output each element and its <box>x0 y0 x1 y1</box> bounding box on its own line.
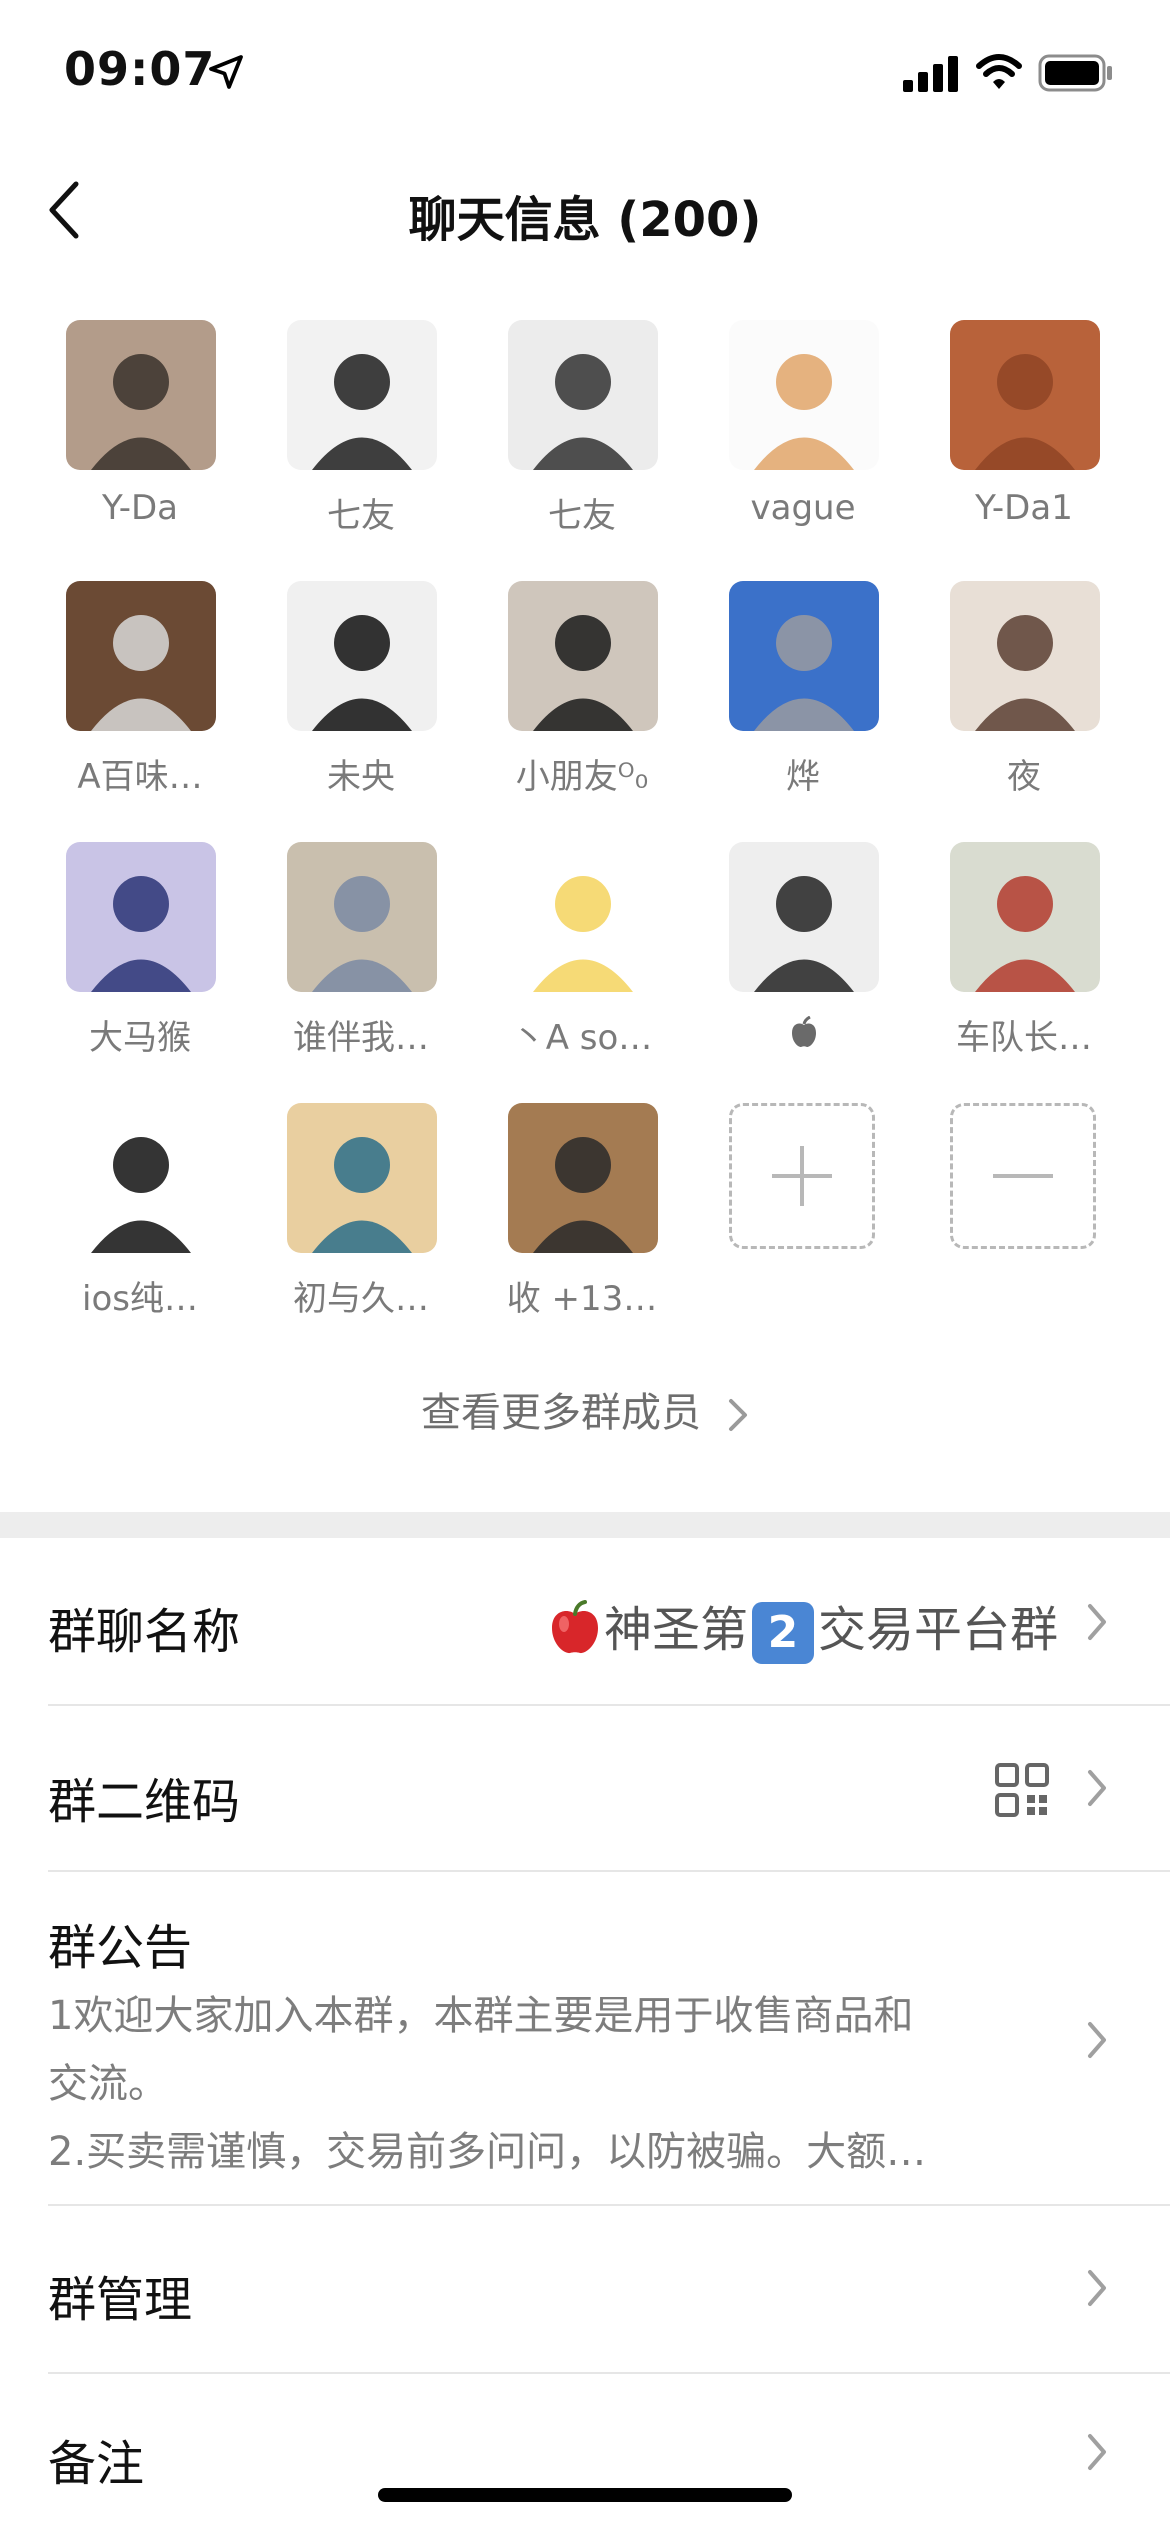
member-tile[interactable]: vague <box>673 320 893 540</box>
view-more-members-label: 查看更多群成员 <box>421 1390 701 1436</box>
cellular-signal-icon <box>903 56 958 92</box>
member-avatar[interactable] <box>729 320 879 470</box>
member-tile[interactable]: Y-Da <box>10 320 230 540</box>
group-remark-label: 备注 <box>48 2436 145 2492</box>
member-tile[interactable] <box>673 842 893 1062</box>
member-avatar[interactable] <box>729 842 879 992</box>
member-name: Y-Da1 <box>975 488 1073 528</box>
location-arrow-icon <box>209 55 243 89</box>
member-name: 收 +13… <box>506 1279 658 1319</box>
member-avatar[interactable] <box>287 1103 437 1253</box>
group-name-label: 群聊名称 <box>48 1604 241 1660</box>
member-avatar[interactable] <box>66 320 216 470</box>
member-tile[interactable]: 车队长… <box>894 842 1114 1062</box>
group-remark-row[interactable]: 备注 <box>0 2374 1170 2532</box>
member-name: 烨 <box>786 757 820 797</box>
group-manage-label: 群管理 <box>48 2272 193 2328</box>
member-name: 七友 <box>548 496 616 536</box>
member-tile[interactable]: 初与久… <box>231 1103 451 1323</box>
group-notice-text: 1欢迎大家加入本群，本群主要是用于收售商品和 交流。 2.买卖需谨慎，交易前多问… <box>48 1982 1048 2186</box>
group-manage-row[interactable]: 群管理 <box>0 2206 1170 2372</box>
member-tile[interactable]: 七友 <box>231 320 451 540</box>
view-more-members-link[interactable]: 查看更多群成员 <box>0 1380 1170 1450</box>
member-avatar[interactable] <box>729 581 879 731</box>
member-name: 谁伴我… <box>293 1018 429 1058</box>
group-name-value: 神圣第 2 交易平台群 <box>546 1590 1058 1668</box>
group-notice-label: 群公告 <box>48 1920 193 1976</box>
member-avatar[interactable] <box>66 581 216 731</box>
chevron-right-icon <box>727 1397 749 1433</box>
remove-member-button[interactable] <box>950 1103 1096 1249</box>
member-avatar[interactable] <box>508 1103 658 1253</box>
group-qr-code-row[interactable]: 群二维码 <box>0 1706 1170 1872</box>
status-time: 09:07 <box>64 42 216 96</box>
member-avatar[interactable] <box>66 842 216 992</box>
group-name-text-part1: 神圣第 <box>603 1602 748 1658</box>
member-avatar[interactable] <box>287 320 437 470</box>
group-qr-code-label: 群二维码 <box>48 1774 241 1830</box>
member-name: ios纯… <box>82 1279 198 1319</box>
member-tile[interactable]: 谁伴我… <box>231 842 451 1062</box>
section-separator <box>0 1512 1170 1538</box>
minus-icon <box>993 1174 1053 1178</box>
chevron-right-icon <box>1088 2434 1106 2470</box>
member-name: vague <box>750 488 856 528</box>
member-name: 七友 <box>327 496 395 536</box>
group-notice-row[interactable]: 群公告 1欢迎大家加入本群，本群主要是用于收售商品和 交流。 2.买卖需谨慎，交… <box>0 1872 1170 2206</box>
member-name: Y-Da <box>101 488 179 528</box>
member-name: A百味… <box>77 757 203 797</box>
member-avatar[interactable] <box>950 320 1100 470</box>
group-name-text-part2: 交易平台群 <box>817 1602 1058 1658</box>
chevron-right-icon <box>1088 1770 1106 1806</box>
notice-line: 2.买卖需谨慎，交易前多问问，以防被骗。大额… <box>48 2129 927 2175</box>
battery-icon <box>1038 54 1112 92</box>
plus-icon <box>772 1146 832 1206</box>
member-tile[interactable]: 小朋友ᴼ₀ <box>452 581 672 801</box>
member-tile[interactable]: A百味… <box>10 581 230 801</box>
member-tile[interactable]: 丶A so… <box>452 842 672 1062</box>
apple-logo-icon <box>790 1015 818 1048</box>
member-tile[interactable]: 未央 <box>231 581 451 801</box>
member-avatar[interactable] <box>950 842 1100 992</box>
group-name-row[interactable]: 群聊名称 神圣第 2 交易平台群 <box>0 1538 1170 1706</box>
member-avatar[interactable] <box>508 320 658 470</box>
navigation-bar: 聊天信息 (200) <box>0 160 1170 260</box>
member-tile[interactable]: ios纯… <box>10 1103 230 1323</box>
member-avatar[interactable] <box>287 581 437 731</box>
member-name: 丶A so… <box>511 1018 653 1058</box>
member-avatar[interactable] <box>950 581 1100 731</box>
notice-line: 1欢迎大家加入本群，本群主要是用于收售商品和 <box>48 1993 914 2039</box>
chevron-right-icon <box>1088 2022 1106 2058</box>
member-tile[interactable]: 收 +13… <box>452 1103 672 1323</box>
qr-code-icon <box>995 1763 1049 1817</box>
member-avatar[interactable] <box>66 1103 216 1253</box>
member-tile[interactable]: Y-Da1 <box>894 320 1114 540</box>
member-tile[interactable]: 夜 <box>894 581 1114 801</box>
member-name: 车队长… <box>956 1018 1092 1058</box>
add-member-button[interactable] <box>729 1103 875 1249</box>
member-name: 夜 <box>1007 757 1041 797</box>
member-name: 未央 <box>327 757 395 797</box>
red-apple-icon <box>546 1598 604 1668</box>
home-indicator[interactable] <box>378 2488 792 2502</box>
member-avatar[interactable] <box>508 842 658 992</box>
chevron-right-icon <box>1088 2270 1106 2306</box>
member-tile[interactable]: 烨 <box>673 581 893 801</box>
member-name: 初与久… <box>293 1279 429 1319</box>
page-title: 聊天信息 (200) <box>408 192 762 248</box>
member-avatar[interactable] <box>287 842 437 992</box>
chevron-right-icon <box>1088 1604 1106 1640</box>
number-badge: 2 <box>751 1602 814 1664</box>
member-name: 小朋友ᴼ₀ <box>515 757 649 797</box>
member-name: 大马猴 <box>89 1018 191 1058</box>
notice-line: 交流。 <box>48 2061 168 2107</box>
member-tile[interactable]: 七友 <box>452 320 672 540</box>
wifi-icon <box>976 54 1022 89</box>
status-bar: 09:07 <box>0 0 1170 150</box>
member-avatar[interactable] <box>508 581 658 731</box>
member-tile[interactable]: 大马猴 <box>10 842 230 1062</box>
